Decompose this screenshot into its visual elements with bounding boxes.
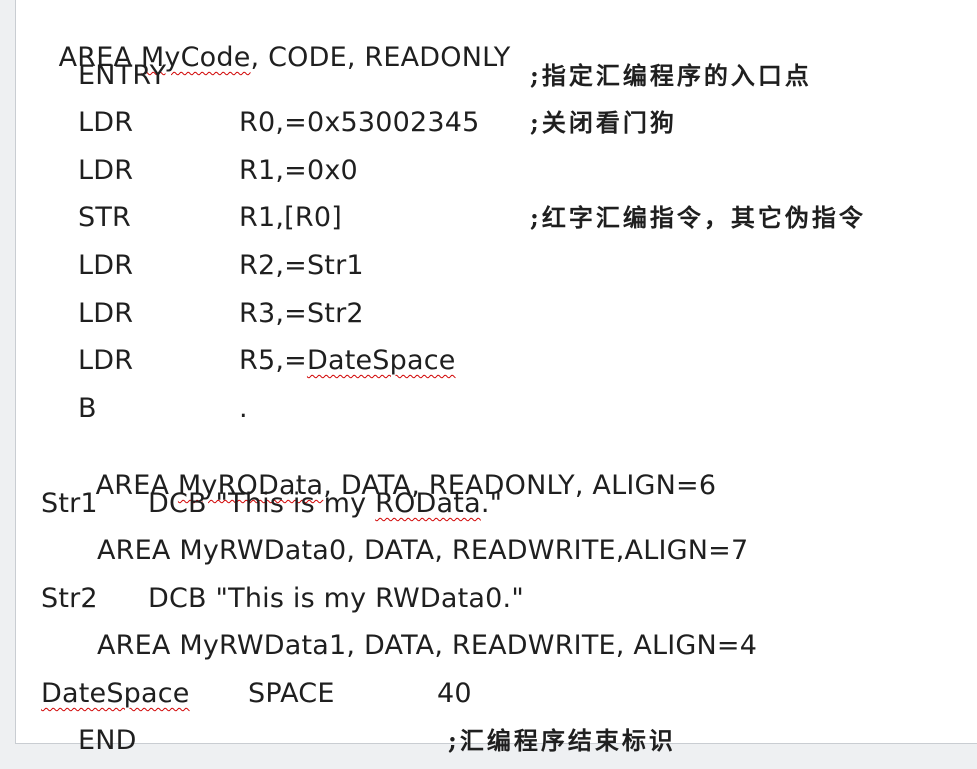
- code-token: , CODE, READONLY: [250, 42, 511, 73]
- code-line-11: DCB "This is my ROData.": [148, 489, 502, 519]
- code-line-13: DCB "This is my RWData0.": [148, 583, 524, 614]
- code-line-5-comment: ;红字汇编指令，其它伪指令: [530, 203, 866, 232]
- code-line-5-op: STR: [78, 202, 131, 233]
- code-line-9-op: B: [78, 393, 97, 424]
- code-line-4-arg: R1,=0x0: [239, 155, 358, 186]
- code-line-9-arg: .: [239, 393, 248, 424]
- misspelled-word: DateSpace: [306, 345, 456, 376]
- code-line-3-comment: ;关闭看门狗: [530, 108, 677, 137]
- code-line-3-op: LDR: [78, 107, 134, 138]
- code-line-8-arg: R5,=DateSpace: [239, 346, 456, 376]
- code-line-4-op: LDR: [78, 155, 134, 186]
- code-line-6-op: LDR: [78, 250, 134, 281]
- code-line-8-op: LDR: [78, 345, 134, 376]
- code-line-15-op: SPACE: [248, 678, 335, 709]
- code-token: R5,=: [239, 345, 307, 376]
- code-line-7-op: LDR: [78, 298, 134, 329]
- code-line-5-arg: R1,[R0]: [239, 202, 342, 233]
- misspelled-word: ROData: [375, 488, 481, 519]
- code-line-15-arg: 40: [437, 678, 472, 709]
- code-line-15-label: DateSpace: [41, 679, 190, 709]
- code-token: .": [480, 488, 503, 519]
- code-line-11-label: Str1: [41, 488, 98, 519]
- code-line-14: AREA MyRWData1, DATA, READWRITE, ALIGN=4: [97, 630, 758, 661]
- code-line-2-op: ENTRY: [78, 60, 167, 91]
- code-line-7-arg: R3,=Str2: [239, 298, 364, 329]
- code-line-12: AREA MyRWData0, DATA, READWRITE,ALIGN=7: [97, 535, 749, 566]
- code-line-3-arg: R0,=0x53002345: [239, 107, 480, 138]
- code-line-16-op: END: [78, 725, 137, 756]
- code-line-2-comment: ;指定汇编程序的入口点: [530, 61, 812, 90]
- code-line-6-arg: R2,=Str1: [239, 250, 364, 281]
- code-token: DCB "This is my: [148, 488, 376, 519]
- code-line-13-label: Str2: [41, 583, 98, 614]
- code-line-16-comment: ;汇编程序结束标识: [448, 726, 676, 755]
- misspelled-word: DateSpace: [41, 678, 190, 709]
